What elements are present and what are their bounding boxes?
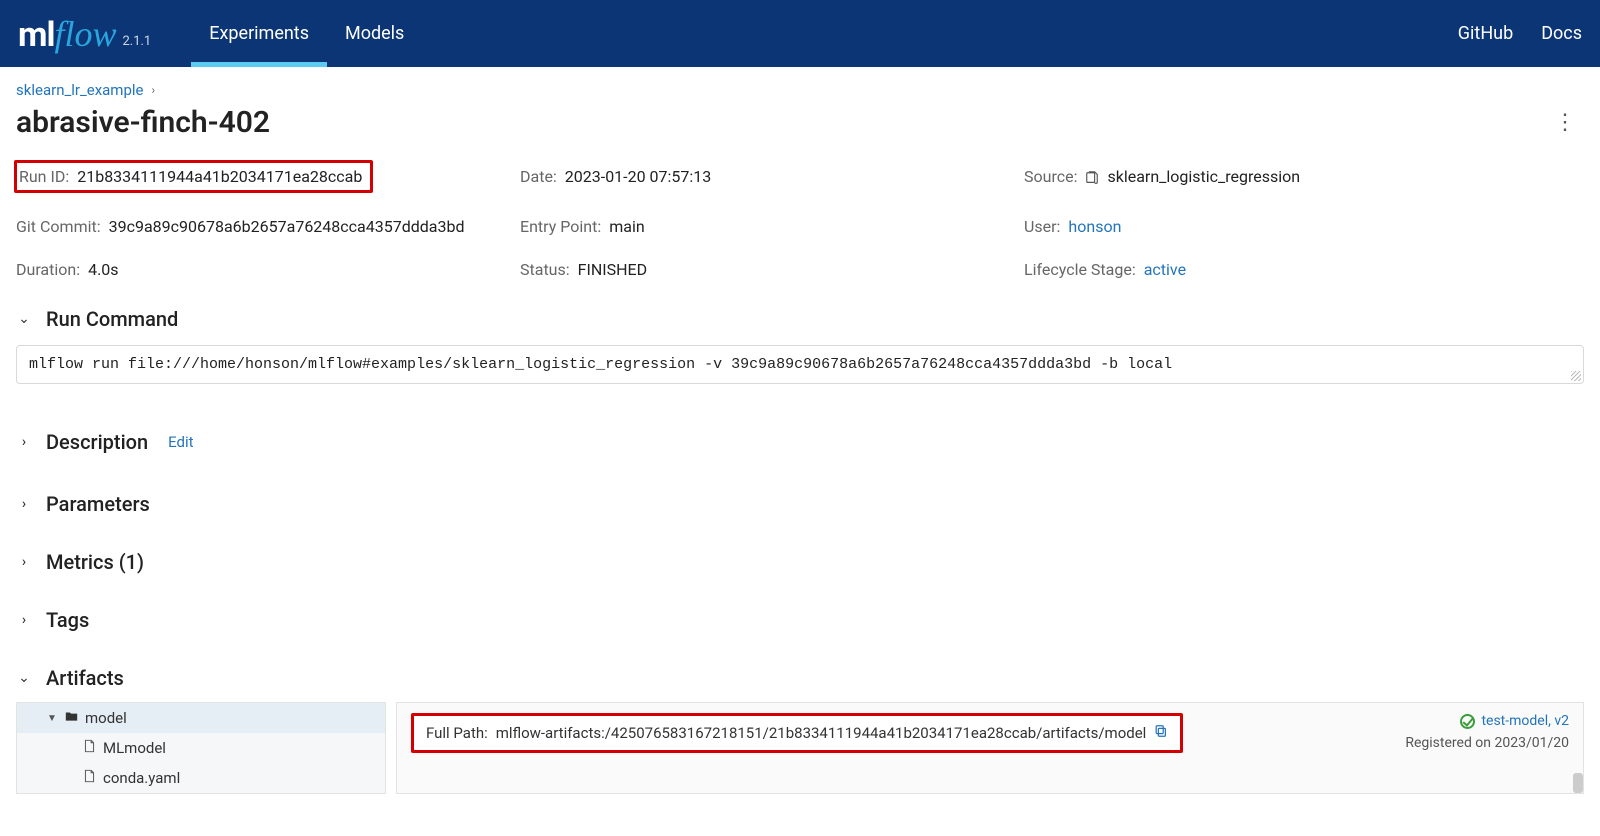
scrollbar[interactable] — [1573, 773, 1583, 793]
run-metadata: Run ID: 21b8334111944a41b2034171ea28ccab… — [16, 160, 1584, 279]
run-id-highlight: Run ID: 21b8334111944a41b2034171ea28ccab — [14, 160, 373, 193]
section-metrics: › Metrics (1) — [16, 550, 1584, 574]
tags-header[interactable]: › Tags — [16, 608, 1584, 632]
copy-icon[interactable] — [1154, 724, 1168, 742]
folder-icon — [63, 709, 79, 727]
chevron-right-icon: › — [16, 554, 32, 570]
artifacts-header[interactable]: ⌄ Artifacts — [16, 666, 1584, 690]
duration-label: Duration: — [16, 260, 80, 279]
lifecycle-cell: Lifecycle Stage: active — [1024, 260, 1584, 279]
source-value: sklearn_logistic_regression — [1107, 167, 1300, 186]
lifecycle-label: Lifecycle Stage: — [1024, 260, 1136, 279]
duration-value: 4.0s — [88, 260, 118, 279]
date-value: 2023-01-20 07:57:13 — [565, 167, 711, 186]
lifecycle-value[interactable]: active — [1144, 260, 1186, 279]
chevron-right-icon: › — [151, 83, 155, 97]
breadcrumb: sklearn_lr_example › — [16, 81, 1584, 99]
tree-file-label: MLmodel — [103, 739, 166, 757]
github-link[interactable]: GitHub — [1458, 23, 1513, 44]
run-title: abrasive-finch-402 — [16, 105, 270, 140]
logo-ml: ml — [18, 15, 54, 55]
artifacts-title: Artifacts — [46, 666, 124, 690]
section-description: › Description Edit — [16, 430, 1584, 454]
status-cell: Status: FINISHED — [520, 260, 1024, 279]
tree-folder-label: model — [85, 709, 127, 727]
logo-version: 2.1.1 — [122, 34, 151, 55]
metrics-title: Metrics (1) — [46, 550, 144, 574]
logo[interactable]: ml flow 2.1.1 — [18, 13, 151, 55]
date-cell: Date: 2023-01-20 07:57:13 — [520, 160, 1024, 193]
section-parameters: › Parameters — [16, 492, 1584, 516]
nav-experiments[interactable]: Experiments — [191, 0, 327, 67]
breadcrumb-experiment[interactable]: sklearn_lr_example — [16, 81, 143, 99]
chevron-right-icon: › — [16, 496, 32, 512]
section-tags: › Tags — [16, 608, 1584, 632]
check-circle-icon — [1460, 714, 1475, 729]
date-label: Date: — [520, 167, 557, 186]
status-value: FINISHED — [578, 260, 647, 279]
source-label: Source: — [1024, 167, 1077, 186]
parameters-title: Parameters — [46, 492, 150, 516]
tree-folder-model[interactable]: ▼ model — [17, 703, 385, 733]
registered-model-link[interactable]: test-model, v2 — [1460, 713, 1569, 729]
description-header[interactable]: › Description Edit — [16, 430, 1584, 454]
registered-on: Registered on 2023/01/20 — [1405, 735, 1569, 751]
run-command-text: mlflow run file:///home/honson/mlflow#ex… — [29, 356, 1571, 373]
docs-link[interactable]: Docs — [1541, 23, 1582, 44]
source-cell: Source: sklearn_logistic_regression — [1024, 160, 1584, 193]
registered-model-info: test-model, v2 Registered on 2023/01/20 — [1405, 713, 1569, 751]
entry-value: main — [609, 217, 644, 236]
app-header: ml flow 2.1.1 Experiments Models GitHub … — [0, 0, 1600, 67]
entry-label: Entry Point: — [520, 217, 601, 236]
chevron-right-icon: › — [16, 612, 32, 628]
run-command-title: Run Command — [46, 307, 178, 331]
run-id-label: Run ID: — [19, 167, 69, 186]
edit-description-link[interactable]: Edit — [168, 433, 193, 451]
metrics-header[interactable]: › Metrics (1) — [16, 550, 1584, 574]
chevron-down-icon: ⌄ — [16, 670, 32, 686]
caret-down-icon: ▼ — [47, 713, 57, 724]
tree-file-conda[interactable]: conda.yaml — [17, 763, 385, 793]
user-cell: User: honson — [1024, 217, 1584, 236]
user-value[interactable]: honson — [1068, 217, 1121, 236]
artifact-tree: ▼ model MLmodel conda.yaml — [16, 702, 386, 794]
status-label: Status: — [520, 260, 570, 279]
registered-model-name: test-model, v2 — [1481, 713, 1569, 729]
file-icon — [81, 739, 97, 757]
full-path-highlight: Full Path: mlflow-artifacts:/425076583167… — [411, 713, 1183, 753]
tree-file-mlmodel[interactable]: MLmodel — [17, 733, 385, 763]
section-artifacts: ⌄ Artifacts ▼ model MLmodel — [16, 666, 1584, 794]
section-run-command: ⌄ Run Command mlflow run file:///home/ho… — [16, 307, 1584, 384]
project-icon — [1085, 170, 1099, 184]
kebab-menu-icon[interactable]: ⋮ — [1546, 106, 1584, 139]
git-label: Git Commit: — [16, 217, 101, 236]
artifacts-body: ▼ model MLmodel conda.yaml — [16, 702, 1584, 794]
run-id-cell: Run ID: 21b8334111944a41b2034171ea28ccab — [16, 160, 520, 193]
main-nav: Experiments Models — [191, 0, 422, 67]
nav-models[interactable]: Models — [327, 0, 422, 67]
entry-cell: Entry Point: main — [520, 217, 1024, 236]
git-value: 39c9a89c90678a6b2657a76248cca4357ddda3bd — [109, 217, 465, 236]
git-cell: Git Commit: 39c9a89c90678a6b2657a76248cc… — [16, 217, 520, 236]
artifact-detail: Full Path: mlflow-artifacts:/425076583167… — [396, 702, 1584, 794]
full-path-value: mlflow-artifacts:/425076583167218151/21b… — [496, 724, 1147, 742]
file-icon — [81, 769, 97, 787]
resize-handle-icon[interactable] — [1571, 371, 1581, 381]
chevron-down-icon: ⌄ — [16, 311, 32, 327]
page-content: sklearn_lr_example › abrasive-finch-402 … — [0, 67, 1600, 814]
run-command-header[interactable]: ⌄ Run Command — [16, 307, 1584, 331]
parameters-header[interactable]: › Parameters — [16, 492, 1584, 516]
chevron-right-icon: › — [16, 434, 32, 450]
logo-flow: flow — [54, 13, 116, 55]
header-right: GitHub Docs — [1458, 23, 1582, 44]
tags-title: Tags — [46, 608, 89, 632]
run-id-value: 21b8334111944a41b2034171ea28ccab — [77, 167, 362, 186]
tree-file-label: conda.yaml — [103, 769, 180, 787]
description-title: Description — [46, 430, 148, 454]
title-bar: abrasive-finch-402 ⋮ — [16, 105, 1584, 140]
user-label: User: — [1024, 217, 1060, 236]
duration-cell: Duration: 4.0s — [16, 260, 520, 279]
full-path-label: Full Path: — [426, 724, 488, 742]
run-command-box[interactable]: mlflow run file:///home/honson/mlflow#ex… — [16, 345, 1584, 384]
